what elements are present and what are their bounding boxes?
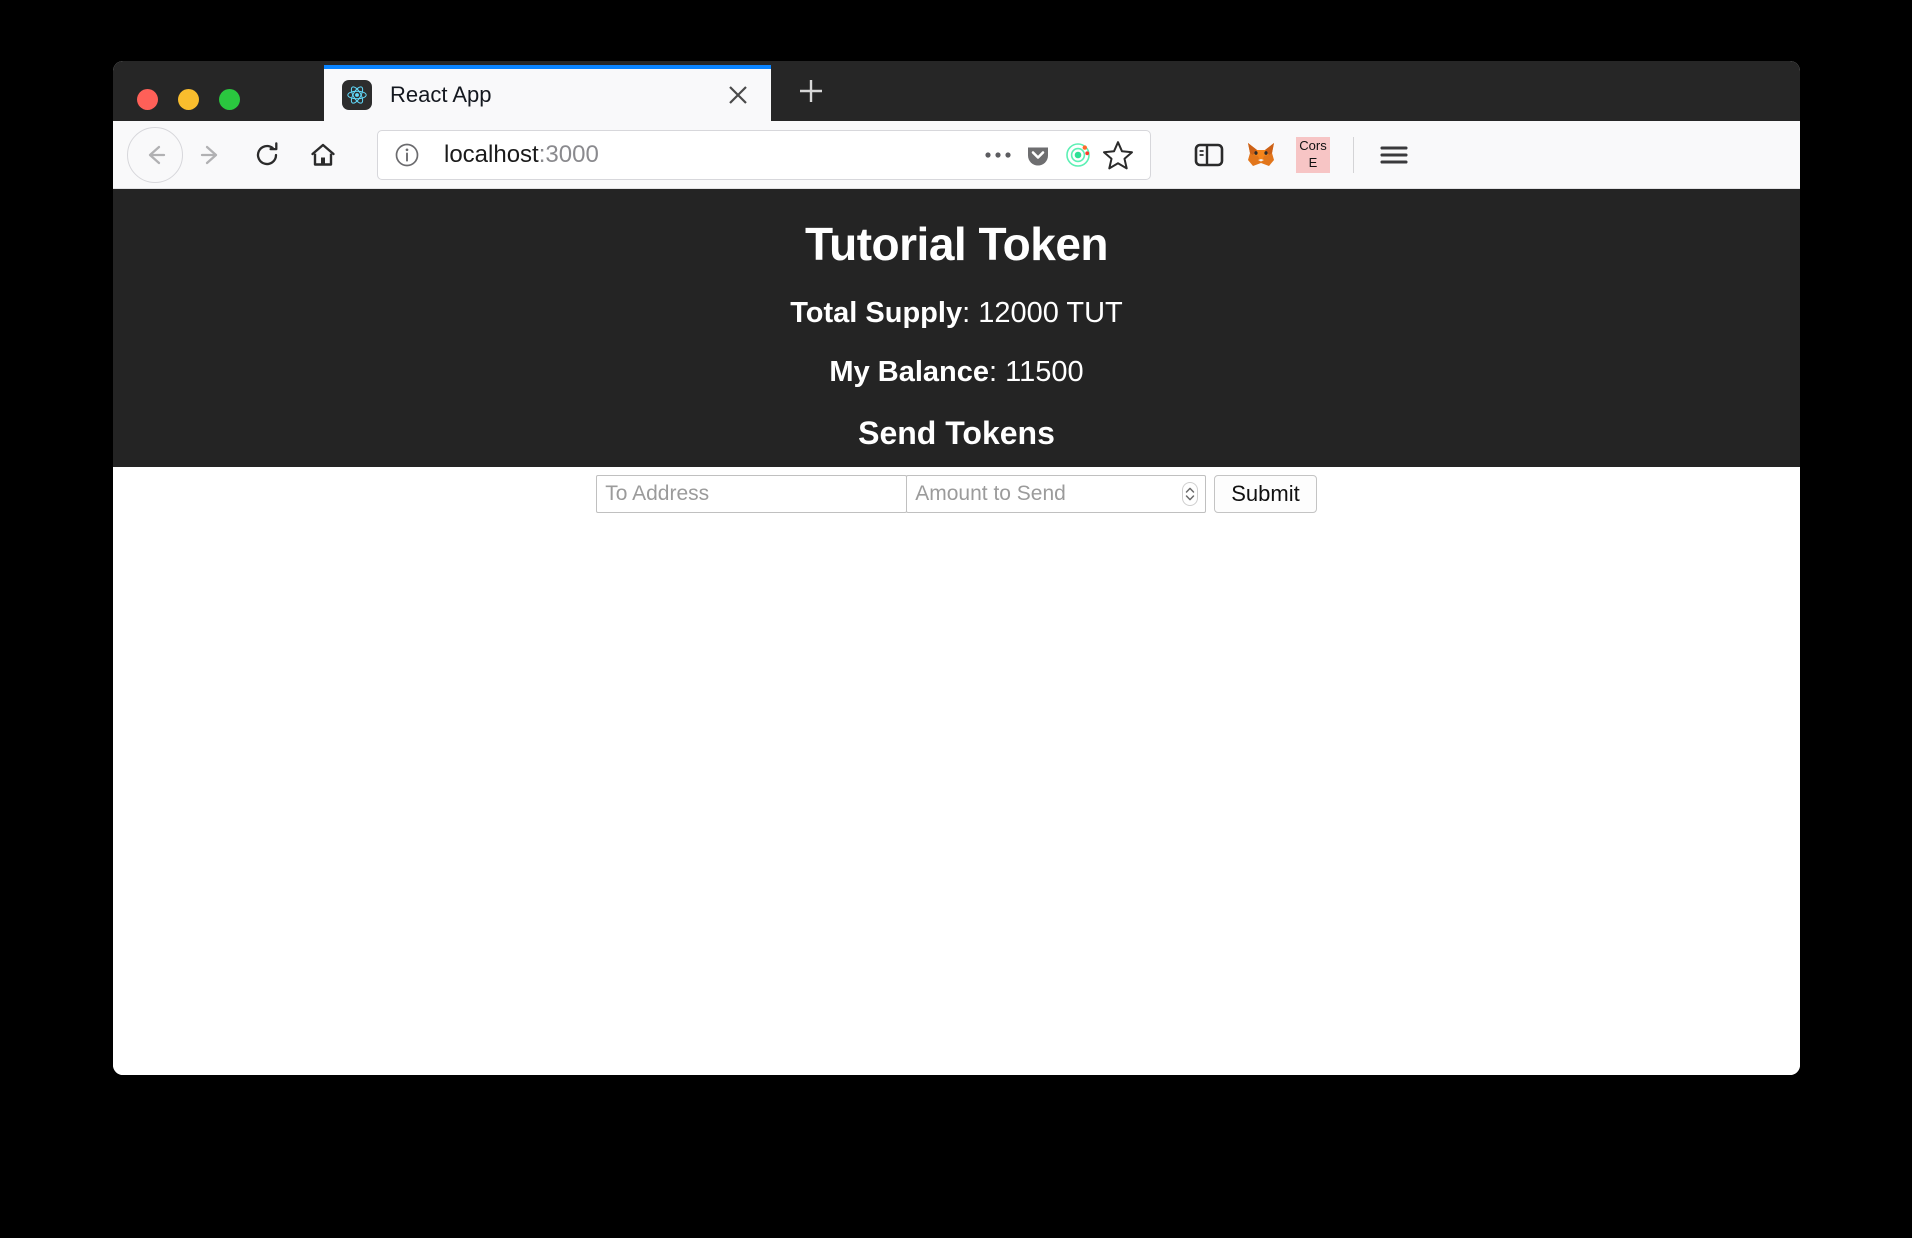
total-supply-row: Total Supply: 12000 TUT [113,297,1800,330]
submit-button[interactable]: Submit [1214,475,1317,513]
total-supply-value: : 12000 TUT [962,297,1123,329]
cors-badge-line2: E [1308,154,1318,170]
url-text: localhost:3000 [444,141,978,169]
home-icon[interactable] [295,127,351,183]
tab-react-app[interactable]: React App [324,65,771,121]
star-icon[interactable] [1098,135,1138,175]
amount-input[interactable] [906,475,1207,513]
back-arrow-icon[interactable] [127,126,183,183]
new-tab-button[interactable] [789,69,833,113]
forward-arrow-icon[interactable] [183,127,239,183]
address-bar[interactable]: localhost:3000 [377,129,1151,180]
metamask-fox-icon[interactable] [1235,129,1287,181]
cors-badge-line1: Cors [1299,137,1327,153]
tab-title: React App [390,82,492,107]
sidebar-toggle-icon[interactable] [1183,129,1235,181]
divider [1353,136,1354,173]
browser-window: React App localhost:3000 Cors E Tutorial… [113,61,1800,1075]
total-supply-label: Total Supply [790,297,963,329]
toolbar-extensions: Cors E [1183,129,1420,181]
my-balance-row: My Balance: 11500 [113,356,1800,389]
url-host: localhost [444,140,539,168]
my-balance-label: My Balance [829,356,989,388]
to-address-input[interactable] [596,475,908,513]
pocket-icon[interactable] [1018,135,1058,175]
url-port: :3000 [538,140,599,168]
window-minimize-button[interactable] [178,89,199,110]
tracking-protection-icon[interactable] [1058,135,1098,175]
my-balance-value: : 11500 [988,356,1084,388]
amount-input-wrapper [906,475,1207,513]
hamburger-menu-icon[interactable] [1368,129,1420,181]
tab-strip: React App [113,61,1800,121]
page-title: Tutorial Token [804,218,1109,270]
cors-extension-button[interactable]: Cors E [1287,129,1339,181]
close-icon[interactable] [719,76,757,114]
amount-stepper[interactable] [1182,482,1199,506]
cors-badge: Cors E [1296,136,1330,173]
app-header: Tutorial Token Total Supply: 12000 TUT M… [113,189,1800,467]
react-logo-icon [342,80,372,110]
ellipsis-icon[interactable] [978,135,1018,175]
window-close-button[interactable] [137,89,158,110]
navigation-toolbar: localhost:3000 Cors E [113,121,1800,189]
window-controls [137,89,240,110]
send-tokens-form: Submit [113,475,1800,513]
send-tokens-heading: Send Tokens [858,415,1055,451]
page-content: Tutorial Token Total Supply: 12000 TUT M… [113,189,1800,1075]
window-maximize-button[interactable] [219,89,240,110]
info-circle-icon[interactable] [394,142,420,168]
reload-icon[interactable] [239,127,295,183]
